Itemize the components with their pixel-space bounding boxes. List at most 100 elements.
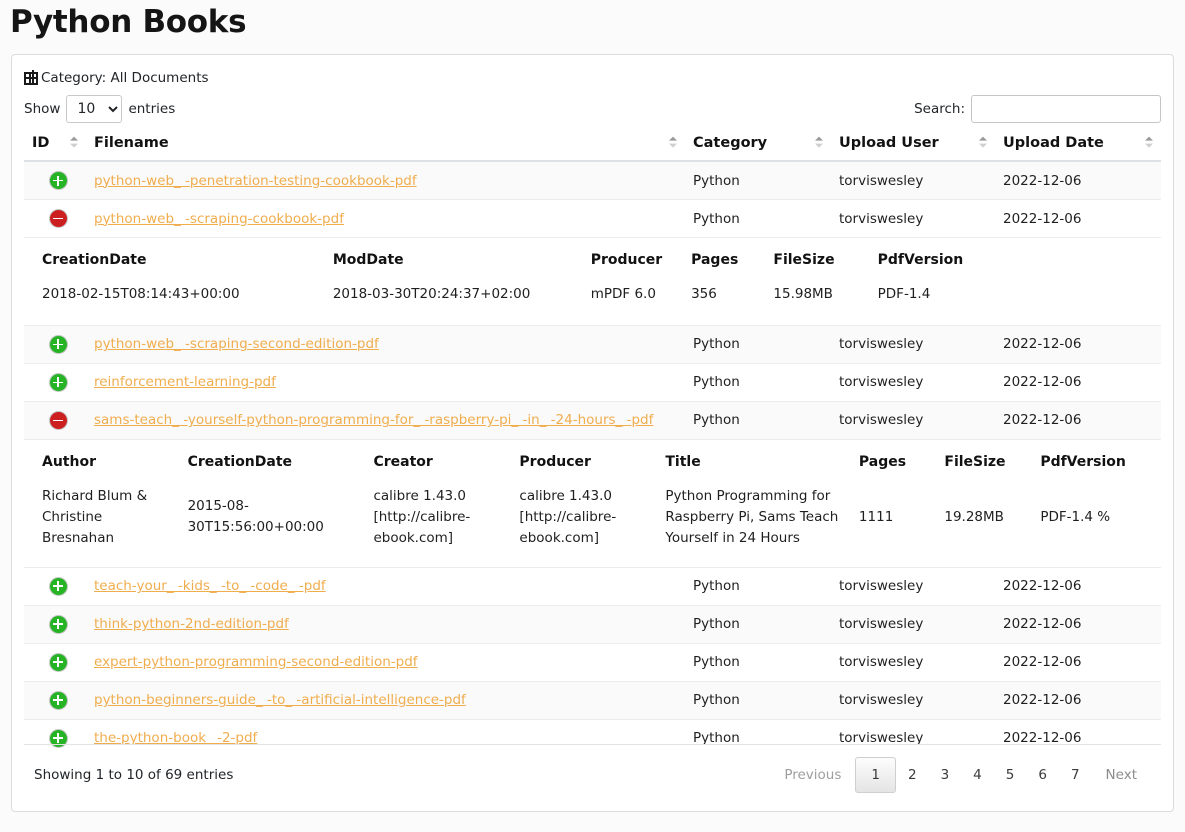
- expand-row-plus-icon[interactable]: [49, 172, 67, 189]
- detail-column-header: Author: [42, 453, 96, 470]
- entries-per-page-select[interactable]: 102550100: [66, 95, 123, 123]
- pagination-page-5[interactable]: 5: [994, 760, 1027, 790]
- column-header-upload-date[interactable]: Upload Date: [995, 129, 1161, 162]
- detail-value-cell: Python Programming for Raspberry Pi, Sam…: [665, 487, 839, 546]
- detail-value-cell: 2015-08-30T15:56:00+00:00: [187, 498, 324, 536]
- detail-column-header: Pages: [691, 252, 739, 268]
- detail-column-header: CreationDate: [42, 252, 147, 268]
- detail-value-cell: 15.98MB: [773, 286, 833, 302]
- table-row: python-web_ -penetration-testing-cookboo…: [24, 160, 1161, 200]
- pagination-page-1[interactable]: 1: [855, 757, 896, 793]
- detail-row: Author CreationDate Creator Producer Title Pa…: [24, 438, 1161, 568]
- filename-link[interactable]: python-beginners-guide_ -to_ -artificial…: [94, 692, 466, 708]
- expand-row-plus-icon[interactable]: [49, 653, 67, 671]
- detail-column-header: Title: [665, 453, 701, 470]
- filename-link[interactable]: think-python-2nd-edition-pdf: [94, 616, 289, 632]
- column-header-filename[interactable]: Filename: [86, 129, 685, 162]
- expand-row-plus-icon[interactable]: [49, 691, 67, 709]
- category-label: Category: All Documents: [41, 70, 209, 86]
- detail-column-header: PdfVersion: [1040, 453, 1126, 470]
- row-toggle-cell[interactable]: [24, 680, 86, 720]
- upload-user-cell: torviswesley: [831, 324, 995, 364]
- column-header-upload-user-label: Upload User: [839, 135, 939, 151]
- detail-column-header: FileSize: [773, 252, 835, 268]
- detail-value-row: Richard Blum & Christine Bresnahan 2015-0…: [32, 482, 1153, 567]
- pagination-page-6[interactable]: 6: [1026, 760, 1059, 790]
- table-row: expert-python-programming-second-edition…: [24, 642, 1161, 682]
- detail-value-cell: PDF-1.4 %: [1040, 508, 1111, 525]
- detail-table: Author CreationDate Creator Producer Title Pa…: [32, 440, 1153, 567]
- filename-link[interactable]: python-web_ -penetration-testing-cookboo…: [94, 173, 417, 189]
- detail-column-header: Pages: [858, 453, 907, 470]
- collapse-row-minus-icon[interactable]: [49, 210, 67, 227]
- table-body: python-web_ -penetration-testing-cookboo…: [24, 160, 1161, 757]
- column-header-upload-user[interactable]: Upload User: [831, 129, 995, 162]
- detail-value-cell: 19.28MB: [944, 508, 1004, 525]
- column-header-category-label: Category: [693, 135, 768, 151]
- column-header-category[interactable]: Category: [685, 129, 831, 162]
- upload-date-cell: 2022-12-06: [995, 160, 1161, 200]
- upload-date-cell: 2022-12-06: [995, 566, 1161, 606]
- table-row: python-web_ -scraping-cookbook-pdf Python…: [24, 199, 1161, 238]
- filename-link[interactable]: python-web_ -scraping-cookbook-pdf: [94, 211, 344, 227]
- filename-cell: python-beginners-guide_ -to_ -artificial…: [86, 680, 685, 720]
- pagination-page-2[interactable]: 2: [896, 760, 929, 790]
- filename-link[interactable]: reinforcement-learning-pdf: [94, 374, 276, 390]
- detail-value-cell: 356: [691, 286, 717, 302]
- filename-link[interactable]: sams-teach_ -yourself-python-programming…: [94, 412, 653, 428]
- table-header-row: ID Filename Category Upload User Upload …: [24, 129, 1161, 162]
- pagination-previous[interactable]: Previous: [770, 760, 855, 790]
- category-cell: Python: [685, 400, 831, 440]
- entries-text: entries: [128, 101, 176, 117]
- table-controls: Show 102550100 entries Search:: [24, 93, 1161, 125]
- column-header-id[interactable]: ID: [24, 129, 86, 162]
- table-row: teach-your_ -kids_ -to_ -code_ -pdf Pytho…: [24, 566, 1161, 606]
- detail-value-cell: calibre 1.43.0 [http://calibre-ebook.com…: [519, 487, 617, 546]
- upload-user-cell: torviswesley: [831, 199, 995, 238]
- filename-link[interactable]: teach-your_ -kids_ -to_ -code_ -pdf: [94, 578, 326, 594]
- row-toggle-cell[interactable]: [24, 199, 86, 238]
- expand-row-plus-icon[interactable]: [49, 373, 67, 391]
- category-cell: Python: [685, 362, 831, 402]
- sort-arrows-icon: [979, 136, 987, 150]
- detail-column-header: CreationDate: [187, 453, 293, 470]
- table-head: ID Filename Category Upload User Upload …: [24, 129, 1161, 162]
- category-cell: Python: [685, 604, 831, 644]
- upload-user-cell: torviswesley: [831, 362, 995, 402]
- search-control: Search:: [914, 95, 1161, 123]
- expand-row-plus-icon[interactable]: [49, 577, 67, 595]
- row-toggle-cell[interactable]: [24, 362, 86, 402]
- pagination-next[interactable]: Next: [1092, 760, 1151, 790]
- table-row: python-beginners-guide_ -to_ -artificial…: [24, 680, 1161, 720]
- detail-value-row: 2018-02-15T08:14:43+00:00 2018-03-30T20:2…: [32, 280, 1153, 325]
- upload-date-cell: 2022-12-06: [995, 199, 1161, 238]
- row-toggle-cell[interactable]: [24, 642, 86, 682]
- detail-column-header: Producer: [590, 252, 663, 268]
- upload-date-cell: 2022-12-06: [995, 362, 1161, 402]
- filename-cell: think-python-2nd-edition-pdf: [86, 604, 685, 644]
- pagination-page-4[interactable]: 4: [961, 760, 994, 790]
- search-input[interactable]: [971, 95, 1161, 123]
- upload-date-cell: 2022-12-06: [995, 604, 1161, 644]
- filename-cell: expert-python-programming-second-edition…: [86, 642, 685, 682]
- row-toggle-cell[interactable]: [24, 160, 86, 200]
- category-cell: Python: [685, 566, 831, 606]
- pagination-page-3[interactable]: 3: [929, 760, 962, 790]
- expand-row-plus-icon[interactable]: [49, 615, 67, 633]
- table-row: think-python-2nd-edition-pdf Python torvis…: [24, 604, 1161, 644]
- upload-user-cell: torviswesley: [831, 642, 995, 682]
- filename-link[interactable]: python-web_ -scraping-second-edition-pdf: [94, 336, 379, 352]
- column-header-id-label: ID: [32, 135, 50, 151]
- row-toggle-cell[interactable]: [24, 400, 86, 440]
- row-toggle-cell[interactable]: [24, 604, 86, 644]
- filename-cell: sams-teach_ -yourself-python-programming…: [86, 400, 685, 440]
- row-toggle-cell[interactable]: [24, 566, 86, 606]
- filename-link[interactable]: expert-python-programming-second-edition…: [94, 654, 418, 670]
- documents-table: ID Filename Category Upload User Upload …: [24, 129, 1161, 757]
- collapse-row-minus-icon[interactable]: [49, 411, 67, 429]
- expand-row-plus-icon[interactable]: [49, 335, 67, 353]
- detail-value-cell: mPDF 6.0: [590, 286, 656, 302]
- row-toggle-cell[interactable]: [24, 324, 86, 364]
- pagination-page-7[interactable]: 7: [1059, 760, 1092, 790]
- detail-column-header: ModDate: [332, 252, 404, 268]
